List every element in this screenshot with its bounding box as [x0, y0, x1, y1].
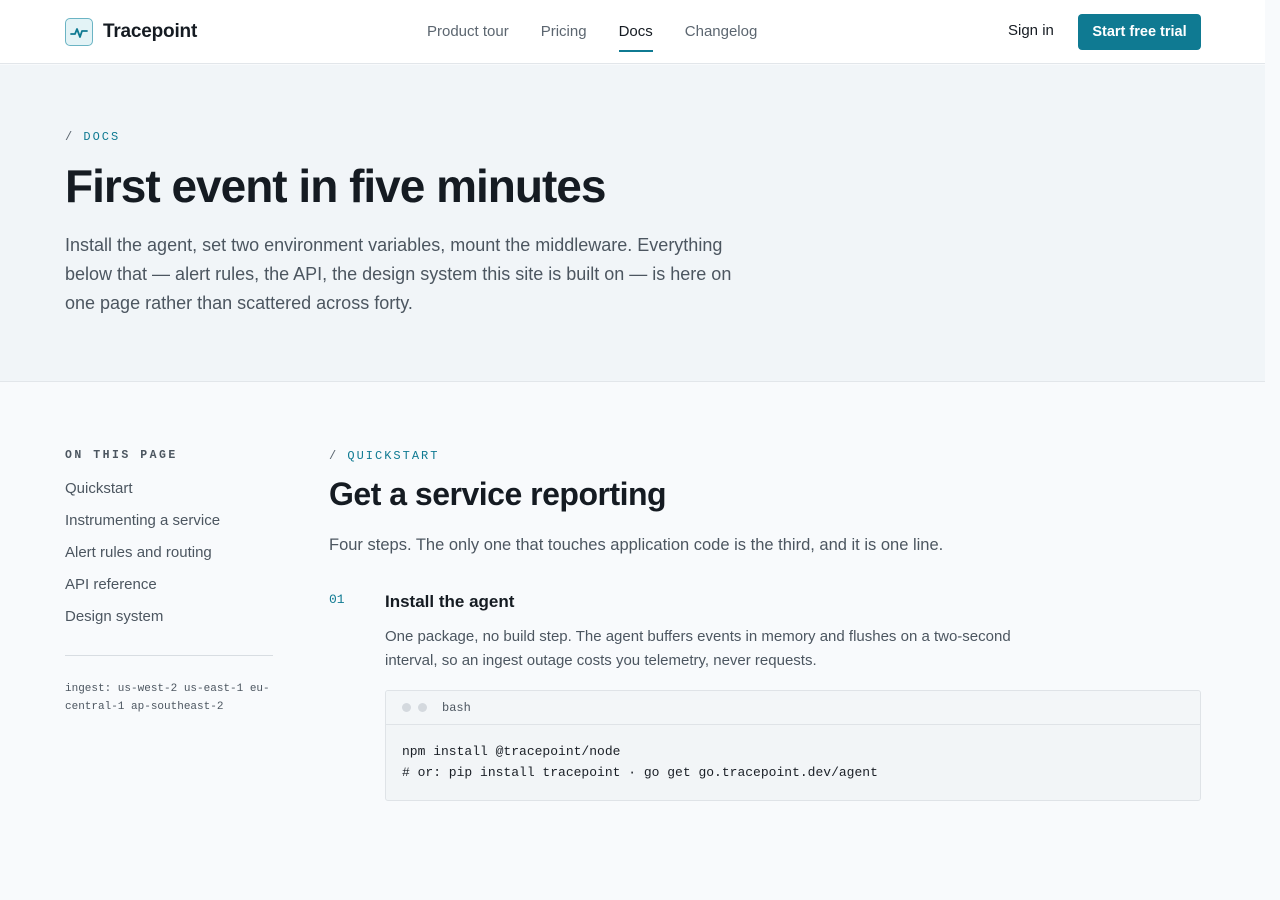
toc-item: Instrumenting a service [65, 512, 220, 544]
step-description: One package, no build step. The agent bu… [385, 628, 1011, 669]
step-number: 01 [329, 592, 345, 607]
page-title: First event in five minutes [65, 160, 606, 212]
eyebrow-label: DOCS [83, 130, 121, 144]
top-navigation-bar: Tracepoint Product tour Pricing Docs Cha… [0, 0, 1265, 64]
toc-link-instrumenting[interactable]: Instrumenting a service [65, 512, 220, 529]
hero-section: / DOCS First event in five minutes Insta… [0, 65, 1265, 382]
toc-item: Design system [65, 608, 220, 640]
window-dot-icon [418, 703, 427, 712]
toc-link-api-reference[interactable]: API reference [65, 576, 157, 593]
nav-product-tour[interactable]: Product tour [427, 0, 509, 64]
code-block-header: bash [386, 691, 1200, 725]
start-free-trial-button[interactable]: Start free trial [1078, 14, 1201, 50]
hero-eyebrow: / DOCS [65, 130, 120, 144]
nav-changelog[interactable]: Changelog [685, 0, 758, 64]
toc-item: Alert rules and routing [65, 544, 220, 576]
pulse-logo-icon [65, 18, 93, 46]
toc-list: Quickstart Instrumenting a service Alert… [65, 480, 220, 640]
section-title: Get a service reporting [329, 476, 667, 512]
window-dot-icon [402, 703, 411, 712]
toc-item: API reference [65, 576, 220, 608]
nav-docs[interactable]: Docs [618, 0, 653, 64]
code-block[interactable]: bash npm install @tracepoint/node # or: … [385, 690, 1201, 801]
ingest-regions-note: ingest: us-west-2 us-east-1 eu-central-1… [65, 683, 270, 713]
section-lead: Four steps. The only one that touches ap… [329, 536, 944, 554]
eyebrow-slash: / [65, 130, 75, 144]
step-title: Install the agent [385, 592, 515, 611]
toc-divider [65, 655, 273, 656]
code-language-label: bash [442, 700, 471, 715]
primary-nav: Product tour Pricing Docs Changelog [427, 0, 757, 64]
eyebrow-slash: / [329, 449, 339, 463]
toc-item: Quickstart [65, 480, 220, 512]
sign-in-link[interactable]: Sign in [1008, 22, 1054, 39]
toc-link-alert-rules[interactable]: Alert rules and routing [65, 544, 212, 561]
brand-logo[interactable]: Tracepoint [65, 18, 197, 46]
toc-link-quickstart[interactable]: Quickstart [65, 480, 133, 497]
code-line: npm install @tracepoint/node [402, 744, 621, 759]
toc-link-design-system[interactable]: Design system [65, 608, 163, 625]
hero-lead-paragraph: Install the agent, set two environment v… [65, 235, 732, 313]
code-content: npm install @tracepoint/node # or: pip i… [386, 725, 1200, 783]
brand-name: Tracepoint [103, 21, 198, 42]
nav-pricing[interactable]: Pricing [541, 0, 587, 64]
toc-heading: ON THIS PAGE [65, 449, 178, 462]
section-eyebrow: / QUICKSTART [329, 449, 439, 463]
eyebrow-label: QUICKSTART [347, 449, 440, 463]
code-line: # or: pip install tracepoint · go get go… [402, 765, 878, 780]
